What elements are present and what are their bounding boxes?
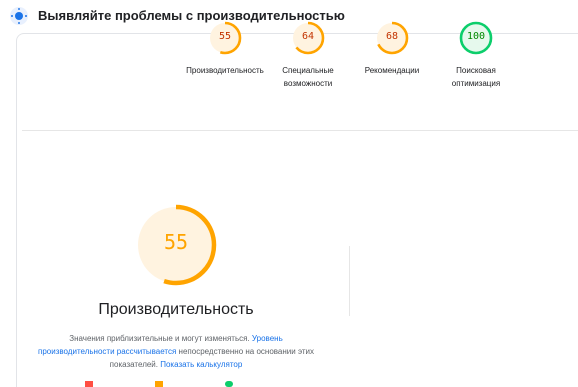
category-gauges: 55 Производительность 64 Специальные воз… [0, 0, 578, 130]
gauge-performance[interactable]: 55 Производительность [177, 20, 273, 77]
legend-fail-icon [85, 381, 93, 387]
legend-pass-icon [225, 381, 233, 387]
legend-average-icon [155, 381, 163, 387]
desc-text: Значения приблизительные и могут изменят… [69, 334, 250, 343]
gauge-best-practices[interactable]: 68 Рекомендации [344, 20, 440, 77]
gauge-accessibility[interactable]: 64 Специальные возможности [260, 20, 356, 90]
gauge-label: Специальные возможности [282, 66, 334, 88]
gauge-score: 55 [218, 31, 232, 42]
show-calculator-link[interactable]: Показать калькулятор [160, 360, 242, 369]
performance-title: Производительность [98, 301, 254, 318]
performance-score-large: 55 [163, 230, 189, 254]
gauge-score: 64 [301, 31, 315, 42]
gauge-label: Поисковая оптимизация [451, 66, 501, 88]
gauge-label: Рекомендации [364, 66, 420, 75]
section-divider [22, 130, 578, 131]
gauge-label: Производительность [186, 66, 264, 75]
performance-description: Значения приблизительные и могут изменят… [38, 332, 314, 371]
gauge-seo[interactable]: 100 Поисковая оптимизация [428, 20, 524, 90]
score-legend [85, 381, 285, 387]
gauge-score: 68 [385, 31, 399, 42]
column-divider [349, 246, 350, 316]
gauge-score: 100 [466, 31, 486, 42]
